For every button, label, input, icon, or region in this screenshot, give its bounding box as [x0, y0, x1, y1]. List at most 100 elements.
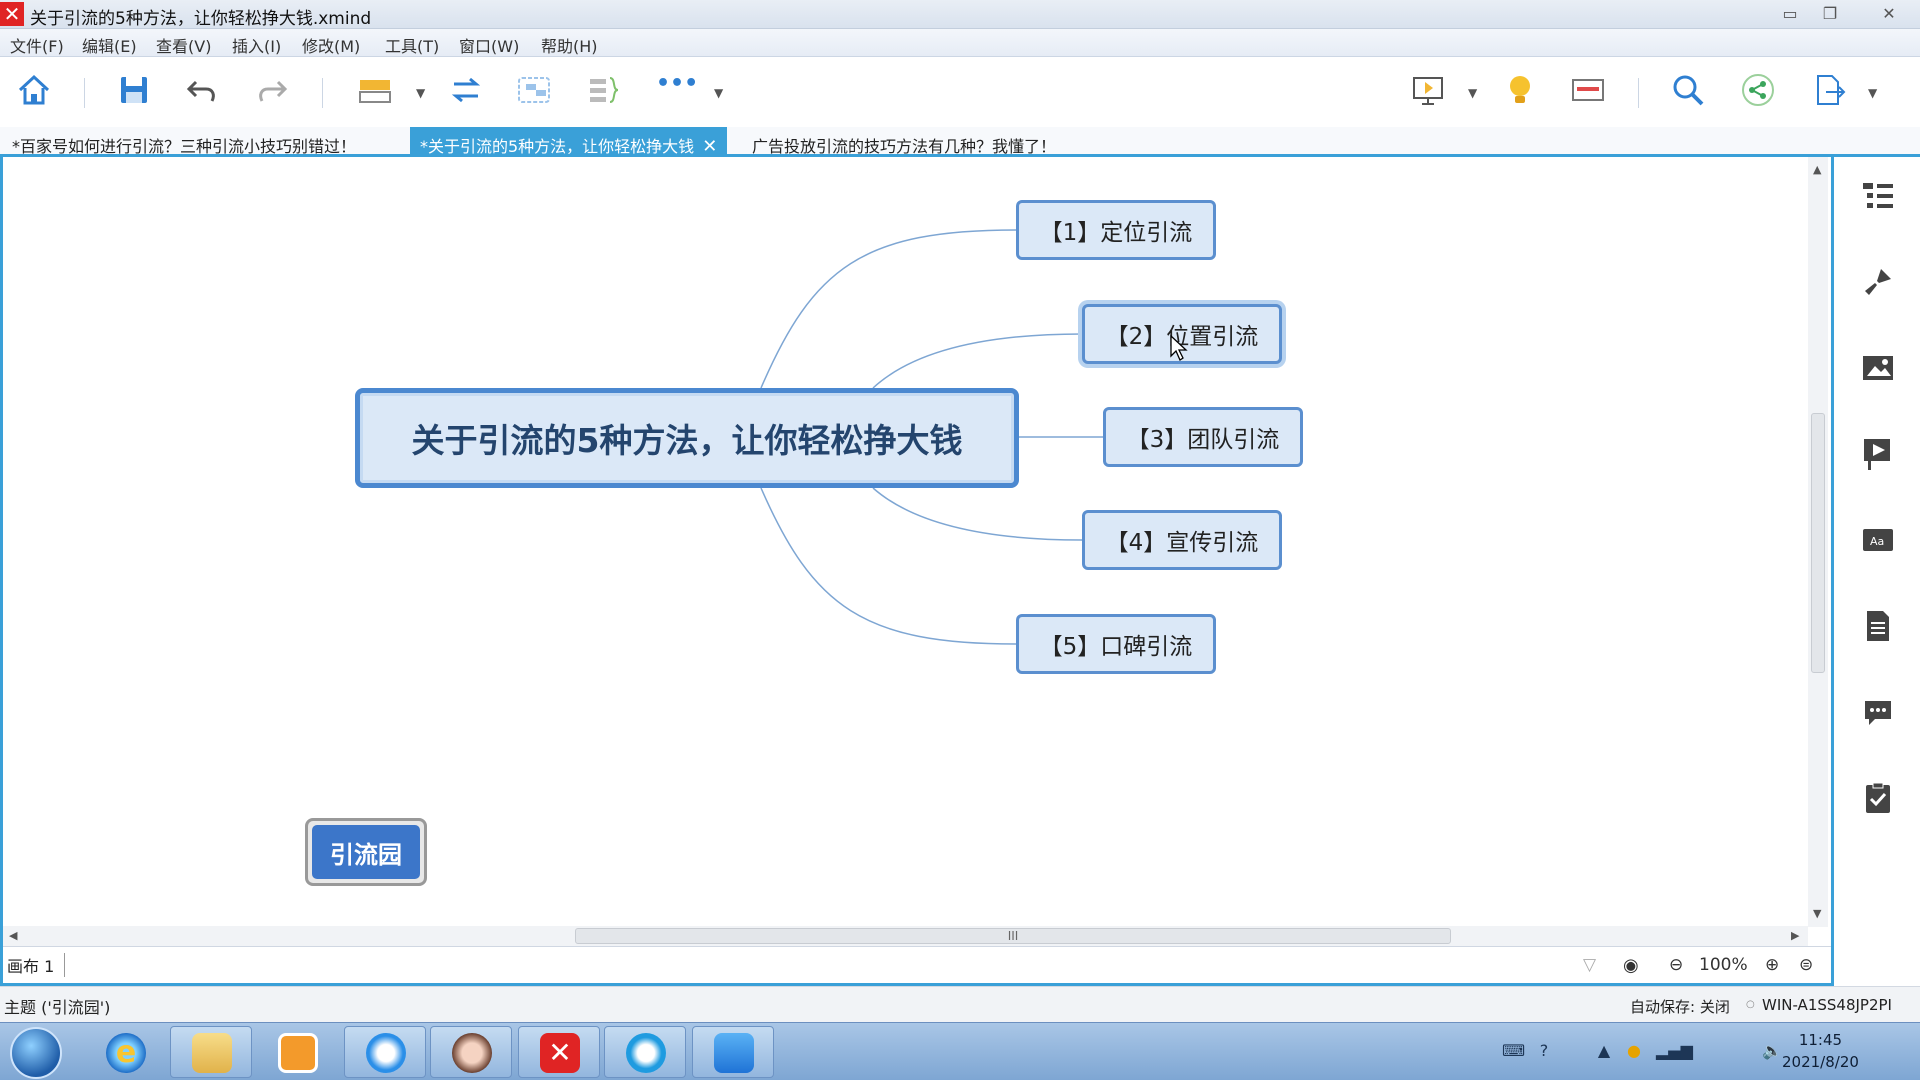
filter-icon[interactable]: ▽: [1583, 955, 1596, 975]
topic-dropdown-icon[interactable]: ▼: [416, 86, 425, 100]
redo-icon[interactable]: [252, 70, 292, 110]
flag-icon[interactable]: [1861, 437, 1895, 471]
subtopic-1[interactable]: 【1】定位引流: [1016, 200, 1216, 260]
svg-text:Aa: Aa: [1870, 535, 1884, 548]
idea-icon[interactable]: [1500, 70, 1540, 110]
notes-icon[interactable]: [1861, 609, 1895, 643]
zoom-level: 100%: [1699, 955, 1748, 975]
eye-icon[interactable]: ◉: [1623, 955, 1639, 976]
central-topic[interactable]: 关于引流的5种方法，让你轻松挣大钱: [355, 388, 1019, 488]
mindmap-canvas[interactable]: 关于引流的5种方法，让你轻松挣大钱 【1】定位引流 【2】位置引流 【3】团队引…: [3, 157, 1811, 927]
menu-window[interactable]: 窗口(W): [459, 33, 519, 57]
menu-modify[interactable]: 修改(M): [302, 33, 360, 57]
subtopic-3[interactable]: 【3】团队引流: [1103, 407, 1303, 467]
side-panel: Aa: [1834, 157, 1920, 986]
chat-app-icon[interactable]: [604, 1026, 686, 1078]
vertical-scrollbar[interactable]: ▲ ▼: [1808, 157, 1828, 927]
photo-app-icon[interactable]: [430, 1026, 512, 1078]
ie-icon[interactable]: e: [84, 1026, 166, 1078]
format-brush-icon[interactable]: [1861, 265, 1895, 299]
share-icon[interactable]: [1738, 70, 1778, 110]
mouse-cursor-icon: [1170, 334, 1188, 361]
title-bar: ✕ 关于引流的5种方法，让你轻松挣大钱.xmind ▭ ❐ ✕: [0, 0, 1920, 29]
subtopic-5[interactable]: 【5】口碑引流: [1016, 614, 1216, 674]
xmind-taskbar-icon[interactable]: ✕: [518, 1026, 600, 1078]
home-icon[interactable]: [14, 70, 54, 110]
network-icon[interactable]: ▂▄▆: [1656, 1041, 1693, 1061]
scroll-down-icon[interactable]: ▼: [1813, 907, 1821, 920]
sheet-tab[interactable]: 画布 1: [7, 953, 66, 977]
menu-view[interactable]: 查看(V): [156, 33, 211, 57]
text-style-icon[interactable]: Aa: [1861, 523, 1895, 557]
presentation-icon[interactable]: [1408, 70, 1448, 110]
tab-ad-traffic[interactable]: 广告投放引流的技巧方法有几种？我懂了！: [742, 131, 1066, 157]
relationship-icon[interactable]: [446, 70, 486, 110]
close-tab-icon[interactable]: ✕: [702, 136, 717, 157]
system-clock[interactable]: 11:45 2021/8/20: [1782, 1029, 1859, 1073]
tab-baijiahao[interactable]: *百家号如何进行引流？三种引流小技巧别错过！: [2, 131, 366, 157]
clock-date: 2021/8/20: [1782, 1053, 1859, 1071]
clock-time: 11:45: [1798, 1031, 1843, 1049]
scroll-right-icon[interactable]: ▶: [1791, 929, 1799, 942]
vertical-scroll-thumb[interactable]: [1811, 413, 1825, 673]
video-meeting-icon[interactable]: [692, 1026, 774, 1078]
task-icon[interactable]: [1861, 781, 1895, 815]
more-icon[interactable]: •••: [656, 70, 698, 110]
tab-bar: *百家号如何进行引流？三种引流小技巧别错过！ *关于引流的5种方法，让你轻松挣大…: [0, 127, 1920, 157]
scroll-up-icon[interactable]: ▲: [1813, 163, 1821, 176]
summary-icon[interactable]: [584, 70, 624, 110]
outline-panel-icon[interactable]: [1861, 179, 1895, 213]
presentation-dropdown-icon[interactable]: ▼: [1468, 86, 1477, 100]
menu-tools[interactable]: 工具(T): [385, 33, 439, 57]
menu-insert[interactable]: 插入(I): [232, 33, 281, 57]
tray-app-icon[interactable]: ●: [1624, 1041, 1644, 1061]
minimize-button[interactable]: ▭: [1776, 2, 1804, 24]
tab-label: *百家号如何进行引流？三种引流小技巧别错过！: [12, 137, 357, 156]
floating-topic-label: 引流园: [312, 825, 420, 879]
volume-icon[interactable]: 🔈: [1762, 1041, 1782, 1061]
undo-icon[interactable]: [182, 70, 222, 110]
tab-current[interactable]: *关于引流的5种方法，让你轻松挣大钱 ✕: [410, 127, 728, 157]
machine-name: WIN-A1SS48JP2PI: [1762, 996, 1892, 1014]
start-button[interactable]: [10, 1027, 62, 1079]
horizontal-scrollbar[interactable]: ◀ III ▶: [3, 926, 1808, 946]
outline-icon[interactable]: [1568, 70, 1608, 110]
taskbar: e ✕ ⌨ ? ▲ ● ▂▄▆ 🔈 11:45 2021/8/20: [0, 1022, 1920, 1080]
window-title: 关于引流的5种方法，让你轻松挣大钱.xmind: [30, 9, 372, 29]
media-player-icon[interactable]: [256, 1026, 338, 1078]
toolbar: ▼ ••• ▼ ▼ ▼: [0, 58, 1920, 128]
autosave-status[interactable]: 自动保存: 关闭: [1630, 996, 1730, 1017]
export-dropdown-icon[interactable]: ▼: [1868, 86, 1877, 100]
more-dropdown-icon[interactable]: ▼: [714, 86, 723, 100]
status-selection: 主题 ('引流园'): [4, 998, 111, 1017]
save-icon[interactable]: [114, 70, 154, 110]
topic-icon[interactable]: [356, 70, 396, 110]
keyboard-icon[interactable]: ⌨: [1502, 1041, 1525, 1061]
tab-label: 广告投放引流的技巧方法有几种？我懂了！: [752, 137, 1057, 156]
status-dot-icon: ○: [1746, 999, 1755, 1010]
zoom-out-icon[interactable]: ⊖: [1669, 955, 1683, 975]
show-hidden-icons[interactable]: ▲: [1594, 1041, 1614, 1061]
horizontal-scroll-thumb[interactable]: III: [575, 928, 1451, 944]
floating-topic[interactable]: 引流园: [305, 818, 427, 886]
connector-lines: [760, 229, 1103, 645]
zoom-menu-icon[interactable]: ⊜: [1799, 955, 1813, 975]
menu-edit[interactable]: 编辑(E): [82, 33, 137, 57]
menu-help[interactable]: 帮助(H): [541, 33, 598, 57]
image-icon[interactable]: [1861, 351, 1895, 385]
close-window-button[interactable]: ✕: [1868, 2, 1910, 24]
restore-button[interactable]: ❐: [1816, 2, 1844, 24]
menu-file[interactable]: 文件(F): [10, 33, 64, 57]
xmind-logo-icon: ✕: [0, 2, 24, 26]
help-tray-icon[interactable]: ?: [1534, 1041, 1554, 1061]
comment-icon[interactable]: [1861, 695, 1895, 729]
subtopic-4[interactable]: 【4】宣传引流: [1082, 510, 1282, 570]
search-icon[interactable]: [1668, 70, 1708, 110]
menu-bar: 文件(F) 编辑(E) 查看(V) 插入(I) 修改(M) 工具(T) 窗口(W…: [0, 29, 1920, 57]
zoom-in-icon[interactable]: ⊕: [1765, 955, 1779, 975]
file-explorer-icon[interactable]: [170, 1026, 252, 1078]
export-icon[interactable]: [1808, 70, 1848, 110]
qq-browser-icon[interactable]: [344, 1026, 426, 1078]
scroll-left-icon[interactable]: ◀: [9, 929, 17, 942]
boundary-icon[interactable]: [514, 70, 554, 110]
